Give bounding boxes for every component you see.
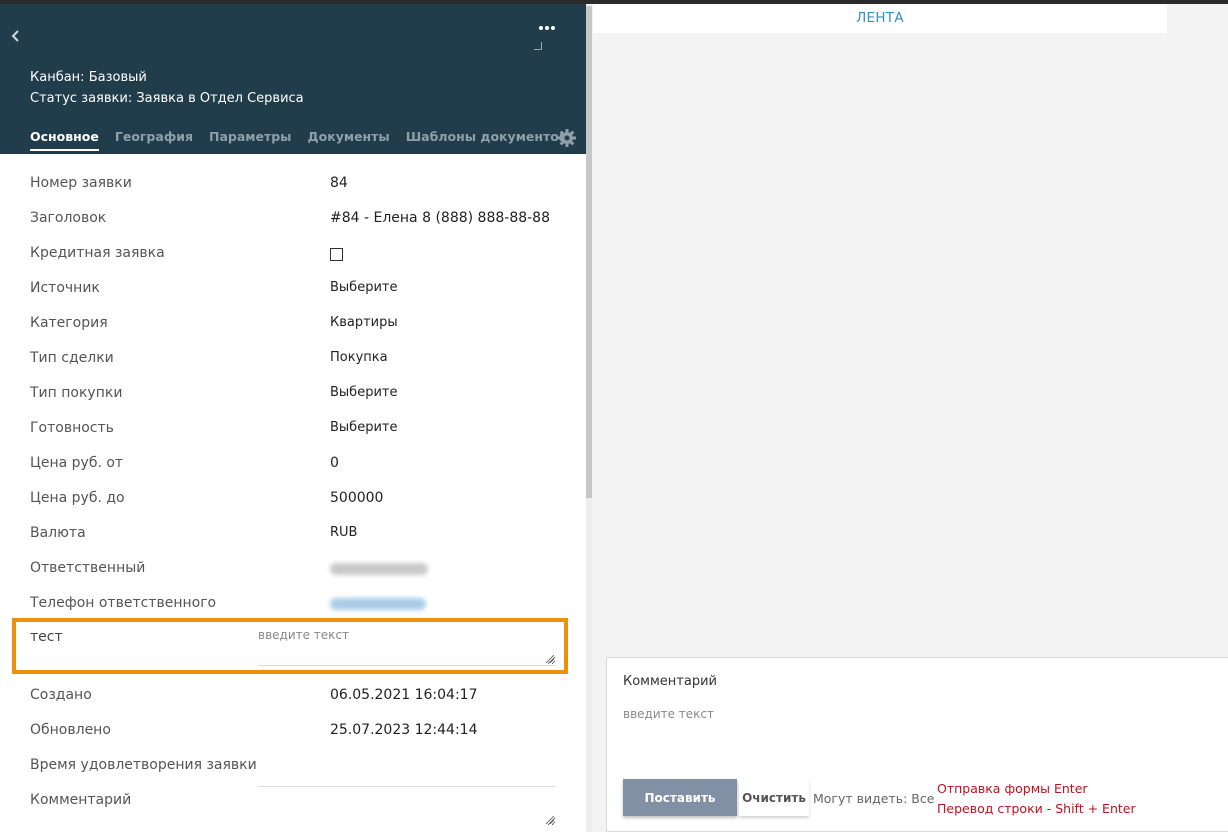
field-label: Кредитная заявка: [30, 245, 165, 261]
field-row-price-to: Цена руб. до 500000: [0, 490, 586, 514]
comment-input[interactable]: [623, 707, 1183, 747]
field-label: Время удовлетворения заявки: [30, 757, 257, 773]
tab-main[interactable]: Основное: [30, 129, 99, 151]
field-label: Номер заявки: [30, 175, 132, 191]
resize-grip-icon[interactable]: [546, 655, 554, 663]
feed-header: ЛЕНТА: [593, 4, 1167, 33]
back-chevron-icon[interactable]: [9, 26, 25, 46]
field-label: Валюта: [30, 525, 86, 541]
field-label: Ответственный: [30, 560, 146, 576]
purchase-type-select[interactable]: Выберите: [330, 385, 397, 400]
field-row-price-from: Цена руб. от 0: [0, 455, 586, 479]
tab-geography[interactable]: География: [115, 129, 193, 151]
field-label: Источник: [30, 280, 100, 296]
test-field-label: тест: [30, 629, 63, 645]
field-row-responsible: Ответственный: [0, 560, 586, 584]
field-row-created: Создано 06.05.2021 16:04:17: [0, 687, 586, 711]
scrollbar-thumb[interactable]: [586, 6, 592, 498]
card-comment-input[interactable]: [258, 786, 556, 826]
resize-grip-icon: [534, 42, 542, 50]
test-field-input[interactable]: [258, 628, 556, 666]
field-label: Цена руб. до: [30, 490, 125, 506]
field-row-purchase-type: Тип покупки Выберите: [0, 385, 586, 409]
field-label: Категория: [30, 315, 108, 331]
field-row-readiness: Готовность Выберите: [0, 420, 586, 444]
field-label: Создано: [30, 687, 92, 703]
field-label: Готовность: [30, 420, 114, 436]
field-label: Цена руб. от: [30, 455, 124, 471]
more-ellipsis-icon[interactable]: [538, 22, 560, 36]
card-header: Канбан: Базовый Статус заявки: Заявка в …: [0, 4, 586, 154]
card-tabs: Основное География Параметры Документы Ш…: [30, 129, 583, 151]
resize-grip-icon[interactable]: [546, 816, 554, 824]
field-value[interactable]: 84: [330, 175, 348, 191]
feed-title[interactable]: ЛЕНТА: [856, 10, 904, 26]
comment-panel: Комментарий Поставить Очистить Могут вид…: [606, 657, 1228, 832]
field-label: Тип покупки: [30, 385, 123, 401]
field-row-satisfaction-time: Время удовлетворения заявки: [0, 757, 586, 781]
status-label: Статус заявки: Заявка в Отдел Сервиса: [30, 91, 304, 106]
visibility-label[interactable]: Могут видеть: Все: [813, 791, 934, 806]
responsible-value-redacted[interactable]: [330, 563, 428, 575]
gear-icon[interactable]: [557, 128, 577, 148]
hint-send: Отправка формы Enter: [937, 781, 1088, 796]
credit-checkbox[interactable]: [330, 248, 343, 261]
kanban-label: Канбан: Базовый: [30, 70, 147, 85]
field-label: Комментарий: [30, 792, 132, 808]
price-from-value[interactable]: 0: [330, 455, 339, 471]
price-to-value[interactable]: 500000: [330, 490, 383, 506]
post-button[interactable]: Поставить: [623, 779, 737, 816]
feed-area: [593, 33, 1228, 643]
field-label: Заголовок: [30, 210, 107, 226]
field-label: Телефон ответственного: [30, 595, 217, 611]
field-row-responsible-phone: Телефон ответственного: [0, 595, 586, 619]
field-row-number: Номер заявки 84: [0, 175, 586, 199]
source-select[interactable]: Выберите: [330, 280, 397, 295]
field-row-title: Заголовок #84 - Елена 8 (888) 888-88-88: [0, 210, 586, 234]
field-row-source: Источник Выберите: [0, 280, 586, 304]
app-root: Канбан: Базовый Статус заявки: Заявка в …: [0, 0, 1228, 832]
field-row-updated: Обновлено 25.07.2023 12:44:14: [0, 722, 586, 746]
tab-documents[interactable]: Документы: [308, 129, 390, 151]
field-row-currency: Валюта RUB: [0, 525, 586, 549]
currency-select[interactable]: RUB: [330, 525, 357, 540]
clear-button[interactable]: Очистить: [739, 779, 809, 816]
hint-newline: Перевод строки - Shift + Enter: [937, 801, 1136, 816]
field-row-deal-type: Тип сделки Покупка: [0, 350, 586, 374]
deal-type-select[interactable]: Покупка: [330, 350, 388, 365]
comment-title: Комментарий: [623, 674, 717, 689]
tab-parameters[interactable]: Параметры: [209, 129, 291, 151]
created-value: 06.05.2021 16:04:17: [330, 687, 478, 703]
field-label: Обновлено: [30, 722, 111, 738]
updated-value: 25.07.2023 12:44:14: [330, 722, 478, 738]
deal-card-panel: Канбан: Базовый Статус заявки: Заявка в …: [0, 4, 586, 832]
category-select[interactable]: Квартиры: [330, 315, 398, 330]
phone-value-redacted[interactable]: [330, 598, 426, 610]
field-label: Тип сделки: [30, 350, 114, 366]
tab-document-templates[interactable]: Шаблоны документов: [406, 129, 567, 151]
field-row-credit: Кредитная заявка: [0, 245, 586, 269]
readiness-select[interactable]: Выберите: [330, 420, 397, 435]
field-row-category: Категория Квартиры: [0, 315, 586, 339]
field-value[interactable]: #84 - Елена 8 (888) 888-88-88: [330, 210, 550, 226]
